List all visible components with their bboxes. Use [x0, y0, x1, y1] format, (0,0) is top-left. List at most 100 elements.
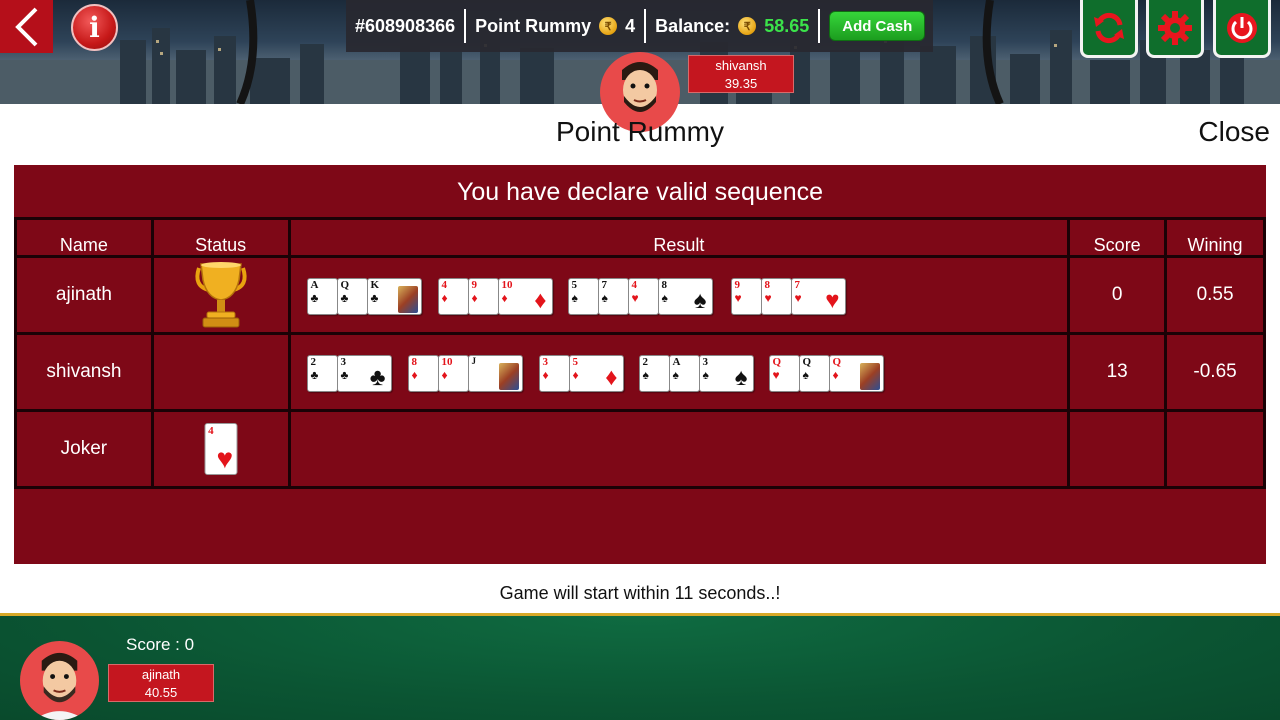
- card-rank: 5: [572, 356, 579, 368]
- card-rank: 5: [571, 279, 578, 291]
- court-picture-icon: [859, 363, 880, 390]
- playing-card: ♦ 4: [437, 278, 469, 315]
- close-button[interactable]: Close: [1198, 116, 1270, 148]
- card-suit-icon: ♦: [534, 287, 547, 314]
- column-header-status: Status: [150, 217, 291, 258]
- playing-card: ♠ 7: [597, 278, 629, 315]
- card-rank: 2: [642, 356, 649, 368]
- card-rank: 4: [441, 279, 448, 291]
- back-button[interactable]: [0, 0, 53, 53]
- card-rank: Q: [772, 356, 782, 368]
- playing-card: ♦ 9: [467, 278, 499, 315]
- score-cell: 13: [1067, 332, 1168, 412]
- card-suit-icon: ♥: [825, 287, 840, 314]
- card-suit-icon: ♦: [501, 291, 508, 305]
- card-suit-icon: ♦: [605, 364, 618, 391]
- wining-cell: 0.55: [1164, 255, 1266, 335]
- playing-card: ♦ ♦ 10: [497, 278, 553, 315]
- playing-card: ♣ K: [366, 278, 422, 315]
- card-rank: 7: [601, 279, 608, 291]
- joker-label-cell: Joker: [14, 409, 154, 489]
- card-suit-icon: ♠: [571, 291, 578, 305]
- card-group: ♥ Q ♠ Q ♦ Q: [768, 355, 884, 392]
- card-suit-icon: ♠: [734, 364, 748, 391]
- card-rank: 8: [764, 279, 771, 291]
- result-cell: ♣ 2 ♣ ♣ 3 ♦ 8 ♦ 10 J ♦ 3 ♦ ♦ 5 ♠ 2 ♠ A ♠ ♠ 3 ♥ Q ♠ Q ♦ Q: [287, 332, 1071, 412]
- wining-cell: -0.65: [1164, 332, 1266, 412]
- playing-card: ♥ 8: [760, 278, 792, 315]
- playing-card: ♠ 2: [638, 355, 670, 392]
- card-suit-icon: ♣: [310, 291, 319, 305]
- card-rank: 7: [794, 279, 801, 291]
- game-type-group: Point Rummy ₹ 4: [466, 10, 644, 42]
- player-info: ajinath 40.55: [108, 664, 214, 702]
- card-group: ♦ 4 ♦ 9 ♦ ♦ 10: [437, 278, 553, 315]
- divider: [818, 9, 821, 43]
- score-cell: 0: [1067, 255, 1168, 335]
- card-suit-icon: ♠: [672, 368, 679, 382]
- avatar-face-icon: [33, 652, 86, 720]
- card-suit-icon: ♠: [702, 368, 709, 382]
- playing-card: ♦ ♦ 5: [568, 355, 624, 392]
- result-cell: [287, 409, 1071, 489]
- coin-icon: ₹: [738, 17, 757, 35]
- player-name: ajinath: [141, 667, 181, 682]
- chevron-left-icon: [14, 7, 37, 46]
- wining-cell: [1164, 409, 1266, 489]
- balance-value: 58.65: [764, 15, 810, 36]
- playing-card: ♥ ♥ 7: [790, 278, 846, 315]
- card-suit-icon: ♣: [340, 368, 349, 382]
- result-message: You have declare valid sequence: [456, 178, 823, 206]
- table-header-row: Name Status Result Score Wining: [14, 217, 1266, 258]
- playing-card: ♦ Q: [828, 355, 884, 392]
- card-suit-icon: ♣: [370, 291, 379, 305]
- result-cell: ♣ A ♣ Q ♣ K ♦ 4 ♦ 9 ♦ ♦ 10 ♠ 5 ♠ 7 ♥ 4 ♠ ♠ 8 ♥ 9 ♥ 8 ♥ ♥ 7: [287, 255, 1071, 335]
- countdown-text: Game will start within 11 seconds..!: [499, 583, 781, 603]
- card-suit-icon: ♦: [832, 368, 839, 382]
- point-value: 4: [625, 15, 636, 36]
- card-rank: Q: [802, 356, 812, 368]
- card-suit-icon: ♦: [411, 368, 418, 382]
- card-rank: 2: [310, 356, 317, 368]
- playing-card: ♣ Q: [336, 278, 368, 315]
- joker-card-rank: 4: [208, 425, 214, 437]
- playing-card: ♠ ♠ 8: [657, 278, 713, 315]
- card-suit-icon: ♠: [693, 287, 707, 314]
- card-group: ♠ 5 ♠ 7 ♥ 4 ♠ ♠ 8: [567, 278, 713, 315]
- table-row: shivansh ♣ 2 ♣ ♣ 3 ♦ 8 ♦ 10 J ♦ 3 ♦ ♦ 5 ♠ 2 ♠ A ♠ ♠ 3 ♥ Q ♠ Q ♦ Q 1…: [14, 332, 1266, 412]
- power-button[interactable]: [1213, 0, 1271, 58]
- card-suit-icon: ♦: [441, 291, 448, 305]
- playing-card: J: [467, 355, 523, 392]
- playing-card: ♦ 3: [538, 355, 570, 392]
- card-rank: 3: [340, 356, 347, 368]
- card-suit-icon: ♦: [572, 368, 579, 382]
- settings-button[interactable]: [1146, 0, 1204, 58]
- joker-picture-icon: [498, 363, 519, 390]
- table-row: ajinath ♣ A ♣ Q ♣ K ♦ 4 ♦ 9 ♦ ♦ 10 ♠ 5 ♠ 7 ♥ 4 ♠ ♠ 8 ♥ 9 ♥ 8 ♥ ♥ 7 0…: [14, 255, 1266, 335]
- playing-card: ♥ 4: [627, 278, 659, 315]
- card-rank: Q: [832, 356, 842, 368]
- add-cash-button[interactable]: Add Cash: [829, 11, 926, 41]
- player-avatar: [20, 641, 99, 720]
- refresh-icon: [1094, 12, 1124, 43]
- playing-card: ♦ 8: [407, 355, 439, 392]
- playing-card: ♥ Q: [768, 355, 800, 392]
- card-group: ♦ 8 ♦ 10 J: [407, 355, 523, 392]
- info-button[interactable]: i: [71, 4, 118, 51]
- column-header-score: Score: [1067, 217, 1168, 258]
- status-cell: [150, 332, 291, 412]
- card-rank: A: [310, 279, 319, 291]
- card-rank: 3: [702, 356, 709, 368]
- card-suit-icon: ♠: [642, 368, 649, 382]
- refresh-button[interactable]: [1080, 0, 1138, 58]
- gear-icon: [1158, 10, 1192, 45]
- card-rank: 8: [661, 279, 668, 291]
- card-rank: K: [370, 279, 380, 291]
- column-header-name: Name: [14, 217, 154, 258]
- table-row: Joker 4 ♥: [14, 409, 1266, 489]
- score-cell: [1067, 409, 1168, 489]
- result-panel: You have declare valid sequence Name Sta…: [14, 165, 1266, 564]
- opponent-amount: 39.35: [724, 76, 758, 91]
- card-group: ♦ 3 ♦ ♦ 5: [538, 355, 624, 392]
- player-amount: 40.55: [144, 685, 178, 700]
